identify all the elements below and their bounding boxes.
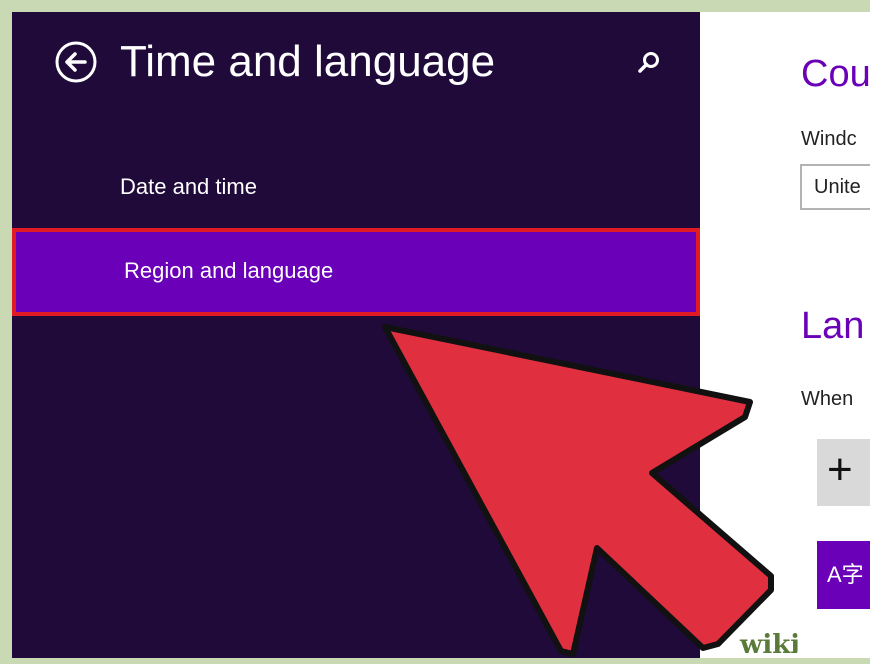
- back-button[interactable]: [54, 40, 98, 84]
- languages-description: When: [801, 388, 854, 410]
- nav-item-label: Date and time: [120, 174, 257, 199]
- country-select-value: Unite: [814, 176, 861, 198]
- watermark-wiki: wiki: [740, 630, 801, 660]
- country-select[interactable]: Unite: [800, 164, 870, 210]
- plus-icon: +: [827, 445, 853, 494]
- nav-item-region-and-language[interactable]: Region and language: [12, 228, 700, 316]
- nav-item-date-and-time[interactable]: Date and time: [12, 162, 700, 212]
- settings-window: Time and language Date and time Region a…: [12, 12, 870, 658]
- language-icon: A字: [827, 562, 864, 587]
- watermark-how: How: [796, 630, 861, 660]
- content-pane: Cou Windc Unite Lan When + A字: [700, 12, 870, 658]
- page-title: Time and language: [120, 37, 496, 86]
- search-icon: [638, 52, 659, 73]
- settings-sidebar: Time and language Date and time Region a…: [12, 12, 700, 658]
- country-description: Windc: [801, 128, 857, 150]
- add-language-button[interactable]: +: [817, 439, 870, 506]
- languages-heading: Lan: [801, 305, 865, 347]
- language-tile[interactable]: A字: [817, 541, 870, 609]
- nav-item-label: Region and language: [124, 258, 334, 283]
- search-button[interactable]: [634, 48, 664, 78]
- back-arrow-circle-icon: [55, 41, 97, 83]
- wikihow-watermark: wiki How: [730, 624, 870, 664]
- country-heading: Cou: [801, 53, 870, 95]
